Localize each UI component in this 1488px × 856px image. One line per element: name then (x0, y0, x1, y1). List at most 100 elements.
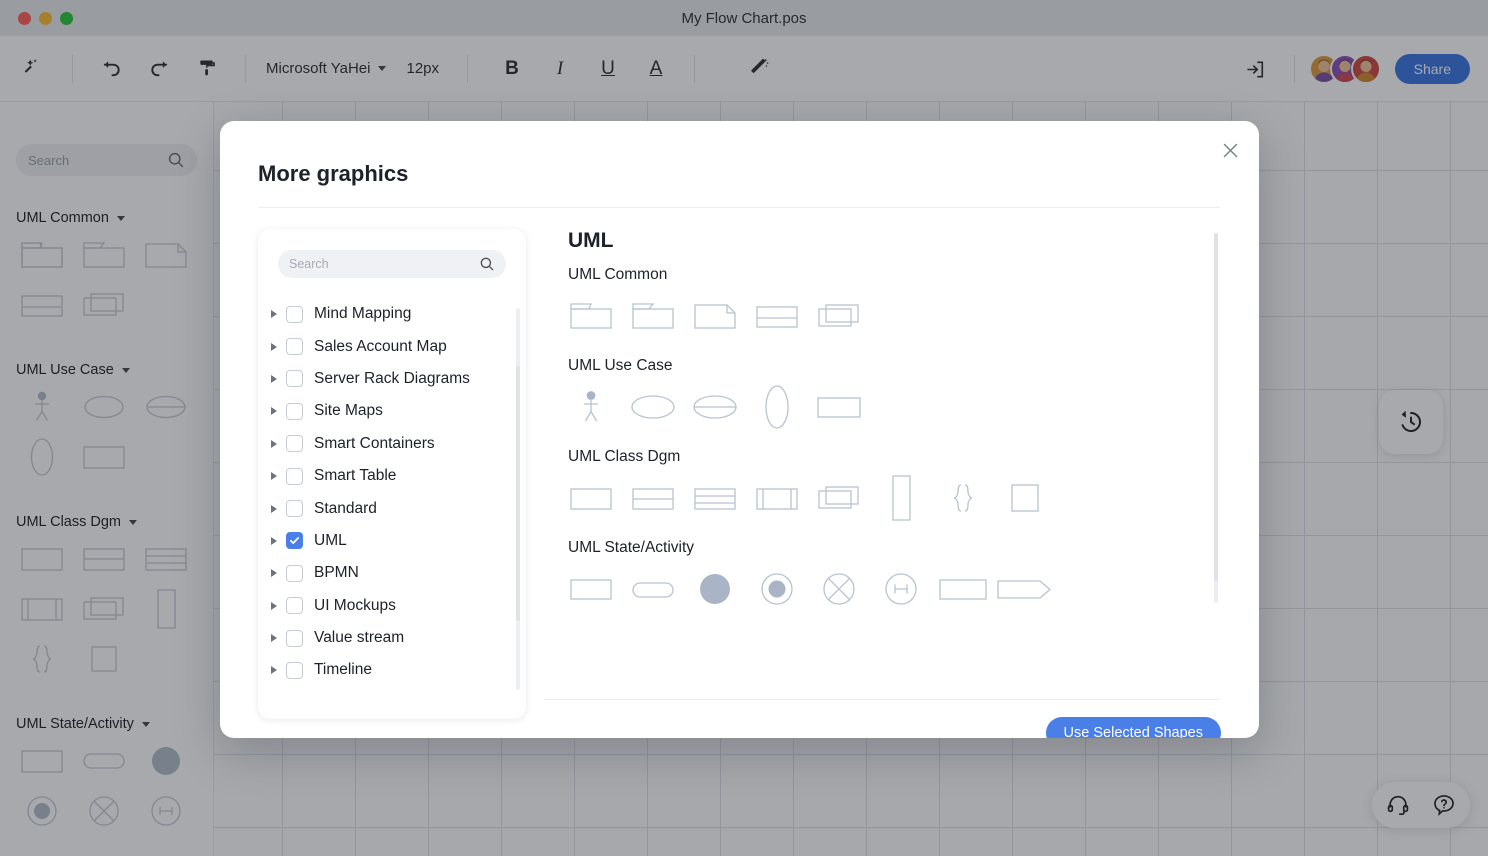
category-checkbox[interactable] (286, 564, 303, 582)
preview-section-title: UML Class Dgm (568, 448, 681, 465)
scrollbar-thumb[interactable] (1214, 233, 1218, 581)
category-row-mind-mapping[interactable]: Mind Mapping (258, 298, 526, 330)
category-label: BPMN (314, 564, 359, 582)
preview-section-title: UML Common (568, 266, 668, 283)
category-row-value-stream[interactable]: Value stream (258, 622, 526, 654)
category-row-sales-account-map[interactable]: Sales Account Map (258, 330, 526, 362)
shape-actor[interactable] (560, 381, 622, 433)
category-row-ui-mockups[interactable]: UI Mockups (258, 590, 526, 622)
shape-ellipse-divided[interactable] (684, 381, 746, 433)
expand-triangle-icon[interactable] (271, 666, 277, 675)
more-graphics-dialog: More graphics Search Mind Mapping Sales … (220, 121, 1259, 738)
shape-class-2-compartment[interactable] (622, 472, 684, 524)
shape-rect-vertical-split[interactable] (746, 472, 808, 524)
preview-title: UML (568, 229, 614, 252)
preview-shape-row (544, 470, 1220, 526)
category-label: Timeline (314, 661, 372, 679)
shape-class-3-compartment[interactable] (684, 472, 746, 524)
category-checkbox[interactable] (286, 370, 303, 388)
category-label: UML (314, 531, 347, 549)
scrollbar-thumb[interactable] (516, 366, 520, 621)
category-list-scrollbar[interactable] (516, 308, 520, 690)
shape-braces[interactable] (932, 472, 994, 524)
shape-rectangle[interactable] (932, 563, 994, 615)
category-list-panel: Search Mind Mapping Sales Account Map Se… (258, 229, 526, 719)
expand-triangle-icon[interactable] (271, 342, 277, 351)
category-checkbox[interactable] (286, 305, 303, 323)
shape-circle-in-circle[interactable] (746, 563, 808, 615)
expand-triangle-icon[interactable] (271, 601, 277, 610)
category-label: Server Rack Diagrams (314, 369, 470, 387)
preview-shape-row (544, 561, 1220, 617)
category-label: Standard (314, 499, 377, 517)
shape-filled-circle[interactable] (684, 563, 746, 615)
use-selected-shapes-button[interactable]: Use Selected Shapes (1045, 717, 1221, 738)
search-icon (480, 257, 494, 271)
expand-triangle-icon[interactable] (271, 504, 277, 513)
category-list[interactable]: Mind Mapping Sales Account Map Server Ra… (258, 298, 526, 710)
category-label: Mind Mapping (314, 305, 412, 323)
category-checkbox[interactable] (286, 532, 303, 550)
category-row-standard[interactable]: Standard (258, 492, 526, 524)
category-row-site-maps[interactable]: Site Maps (258, 395, 526, 427)
shape-rectangle[interactable] (808, 381, 870, 433)
preview-scrollbar[interactable] (1214, 233, 1218, 603)
check-icon (289, 537, 300, 545)
shape-preview-panel: UML UML Common UML Use Case UML Class Dg… (544, 229, 1220, 669)
category-checkbox[interactable] (286, 500, 303, 518)
shape-ellipse-vertical[interactable] (746, 381, 808, 433)
shape-package-tab[interactable] (560, 290, 622, 342)
shape-stacked-rects[interactable] (808, 290, 870, 342)
application-window: My Flow Chart.pos Microsoft YaHei 12px B… (0, 0, 1488, 856)
shape-ellipse[interactable] (622, 381, 684, 433)
category-label: Smart Containers (314, 434, 435, 452)
shape-arrow-pentagon[interactable] (994, 563, 1056, 615)
close-icon[interactable] (1217, 137, 1243, 163)
expand-triangle-icon[interactable] (271, 634, 277, 643)
expand-triangle-icon[interactable] (271, 472, 277, 481)
shape-note-folded[interactable] (684, 290, 746, 342)
category-checkbox[interactable] (286, 402, 303, 420)
shape-frame-split[interactable] (746, 290, 808, 342)
expand-triangle-icon[interactable] (271, 569, 277, 578)
category-label: Sales Account Map (314, 337, 447, 355)
category-search-input[interactable]: Search (278, 250, 506, 278)
category-row-server-rack-diagrams[interactable]: Server Rack Diagrams (258, 363, 526, 395)
category-checkbox[interactable] (286, 629, 303, 647)
shape-rectangle[interactable] (560, 472, 622, 524)
shape-circle-h[interactable] (870, 563, 932, 615)
category-search-placeholder: Search (289, 257, 329, 271)
category-row-smart-containers[interactable]: Smart Containers (258, 428, 526, 460)
category-label: Value stream (314, 629, 405, 647)
category-checkbox[interactable] (286, 597, 303, 615)
category-label: Site Maps (314, 402, 383, 420)
expand-triangle-icon[interactable] (271, 407, 277, 416)
category-label: UI Mockups (314, 596, 396, 614)
shape-stacked-rects[interactable] (808, 472, 870, 524)
expand-triangle-icon[interactable] (271, 439, 277, 448)
expand-triangle-icon[interactable] (271, 310, 277, 319)
expand-triangle-icon[interactable] (271, 536, 277, 545)
expand-triangle-icon[interactable] (271, 374, 277, 383)
category-checkbox[interactable] (286, 435, 303, 453)
category-label: Smart Table (314, 467, 397, 485)
preview-shape-row (544, 288, 1220, 344)
shape-package-angled-tab[interactable] (622, 290, 684, 342)
shape-rounded-rect[interactable] (622, 563, 684, 615)
category-checkbox[interactable] (286, 338, 303, 356)
shape-rectangle[interactable] (560, 563, 622, 615)
category-row-timeline[interactable]: Timeline (258, 654, 526, 686)
dialog-title: More graphics (258, 161, 409, 186)
category-row-smart-table[interactable]: Smart Table (258, 460, 526, 492)
category-row-uml[interactable]: UML (258, 525, 526, 557)
preview-section-title: UML State/Activity (568, 539, 695, 556)
shape-tall-rectangle[interactable] (870, 472, 932, 524)
shape-square[interactable] (994, 472, 1056, 524)
category-checkbox[interactable] (286, 467, 303, 485)
dialog-header-divider (258, 207, 1220, 208)
preview-shape-row (544, 379, 1220, 435)
preview-section-title: UML Use Case (568, 357, 673, 374)
category-checkbox[interactable] (286, 661, 303, 679)
category-row-bpmn[interactable]: BPMN (258, 557, 526, 589)
shape-circle-x[interactable] (808, 563, 870, 615)
